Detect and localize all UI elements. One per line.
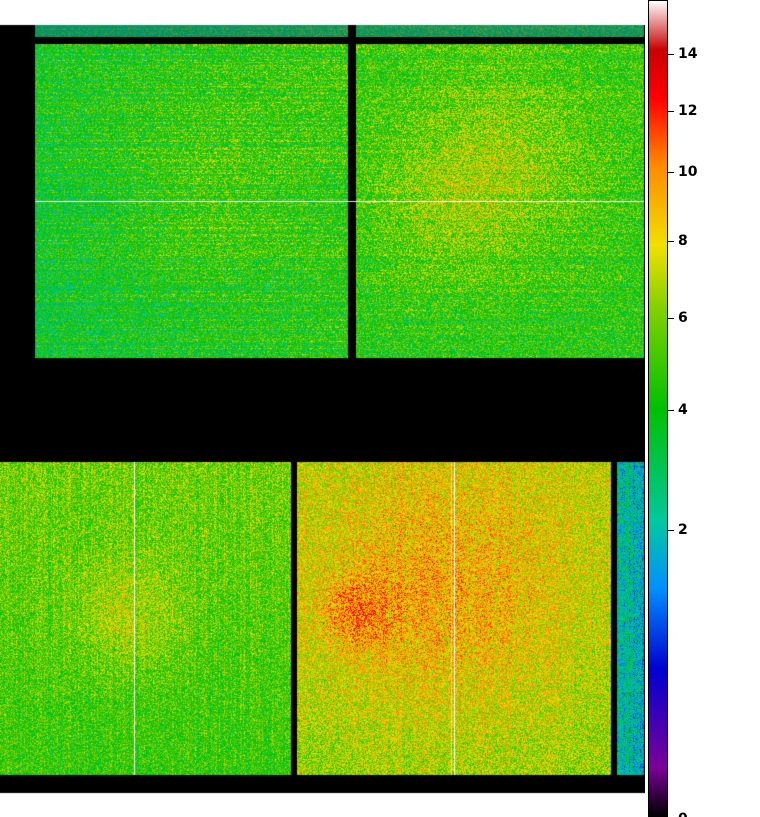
colorbar-tick-label: 12 — [678, 103, 698, 119]
colorbar-tick-label: 2 — [678, 522, 688, 538]
colorbar-tick-label: 14 — [678, 46, 698, 62]
colorbar-tick-label: 6 — [678, 310, 688, 326]
image-display: 14 12 10 8 6 4 2 0 — [0, 0, 760, 817]
detector-image — [0, 0, 645, 817]
colorbar-tick-label: 4 — [678, 402, 688, 418]
colorbar — [648, 0, 668, 817]
colorbar-tick — [668, 241, 674, 242]
colorbar-tick — [668, 410, 674, 411]
colorbar-tick — [668, 111, 674, 112]
colorbar-tick-label: 10 — [678, 164, 698, 180]
colorbar-tick-label: 0 — [678, 812, 688, 817]
colorbar-tick — [668, 54, 674, 55]
colorbar-tick — [668, 318, 674, 319]
colorbar-tick-label: 8 — [678, 233, 688, 249]
colorbar-tick — [668, 172, 674, 173]
colorbar-tick — [668, 530, 674, 531]
